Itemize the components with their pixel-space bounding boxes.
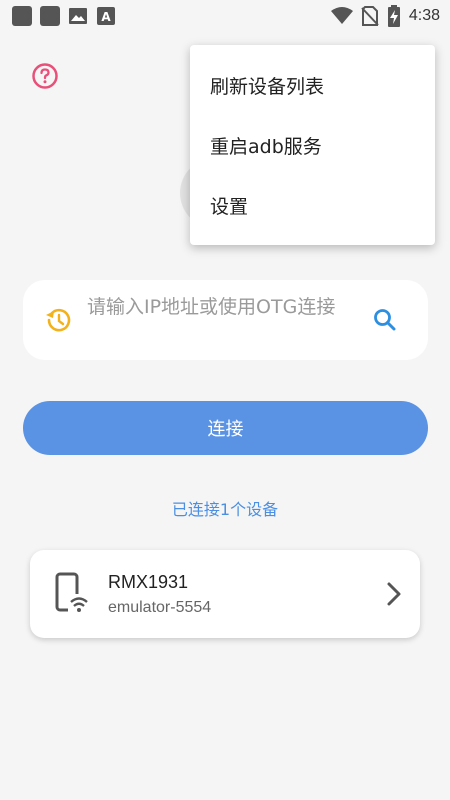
status-right-icons: 4:38 bbox=[330, 5, 440, 27]
search-bar bbox=[23, 280, 428, 360]
search-icon[interactable] bbox=[371, 306, 399, 334]
ip-address-input[interactable] bbox=[87, 290, 355, 350]
notification-square-icon bbox=[40, 6, 60, 26]
wifi-icon bbox=[330, 7, 353, 24]
overflow-menu: 刷新设备列表 重启adb服务 设置 bbox=[190, 45, 435, 245]
chevron-right-icon[interactable] bbox=[384, 580, 404, 608]
status-left-icons: A bbox=[12, 6, 116, 26]
menu-item-refresh-devices[interactable]: 刷新设备列表 bbox=[190, 55, 435, 115]
menu-item-settings[interactable]: 设置 bbox=[190, 175, 435, 235]
status-bar: A 4:38 bbox=[0, 0, 450, 32]
image-icon bbox=[69, 8, 87, 24]
connect-button[interactable]: 连接 bbox=[23, 401, 428, 455]
app-notification-icon: A bbox=[97, 7, 115, 25]
notification-square-icon bbox=[12, 6, 32, 26]
device-name: RMX1931 bbox=[108, 571, 189, 592]
status-time: 4:38 bbox=[408, 7, 440, 24]
phone-wifi-icon bbox=[55, 572, 88, 614]
device-info: RMX1931 emulator-5554 bbox=[108, 572, 384, 617]
device-serial: emulator-5554 bbox=[108, 598, 212, 616]
device-list-item[interactable]: RMX1931 emulator-5554 bbox=[30, 550, 420, 638]
connected-devices-count[interactable]: 已连接1个设备 bbox=[0, 496, 450, 520]
no-sim-icon bbox=[361, 6, 379, 26]
history-icon[interactable] bbox=[43, 305, 73, 335]
help-circle-icon[interactable] bbox=[31, 62, 59, 90]
svg-text:A: A bbox=[101, 10, 111, 24]
battery-charging-icon bbox=[387, 5, 400, 27]
menu-item-restart-adb[interactable]: 重启adb服务 bbox=[190, 115, 435, 175]
